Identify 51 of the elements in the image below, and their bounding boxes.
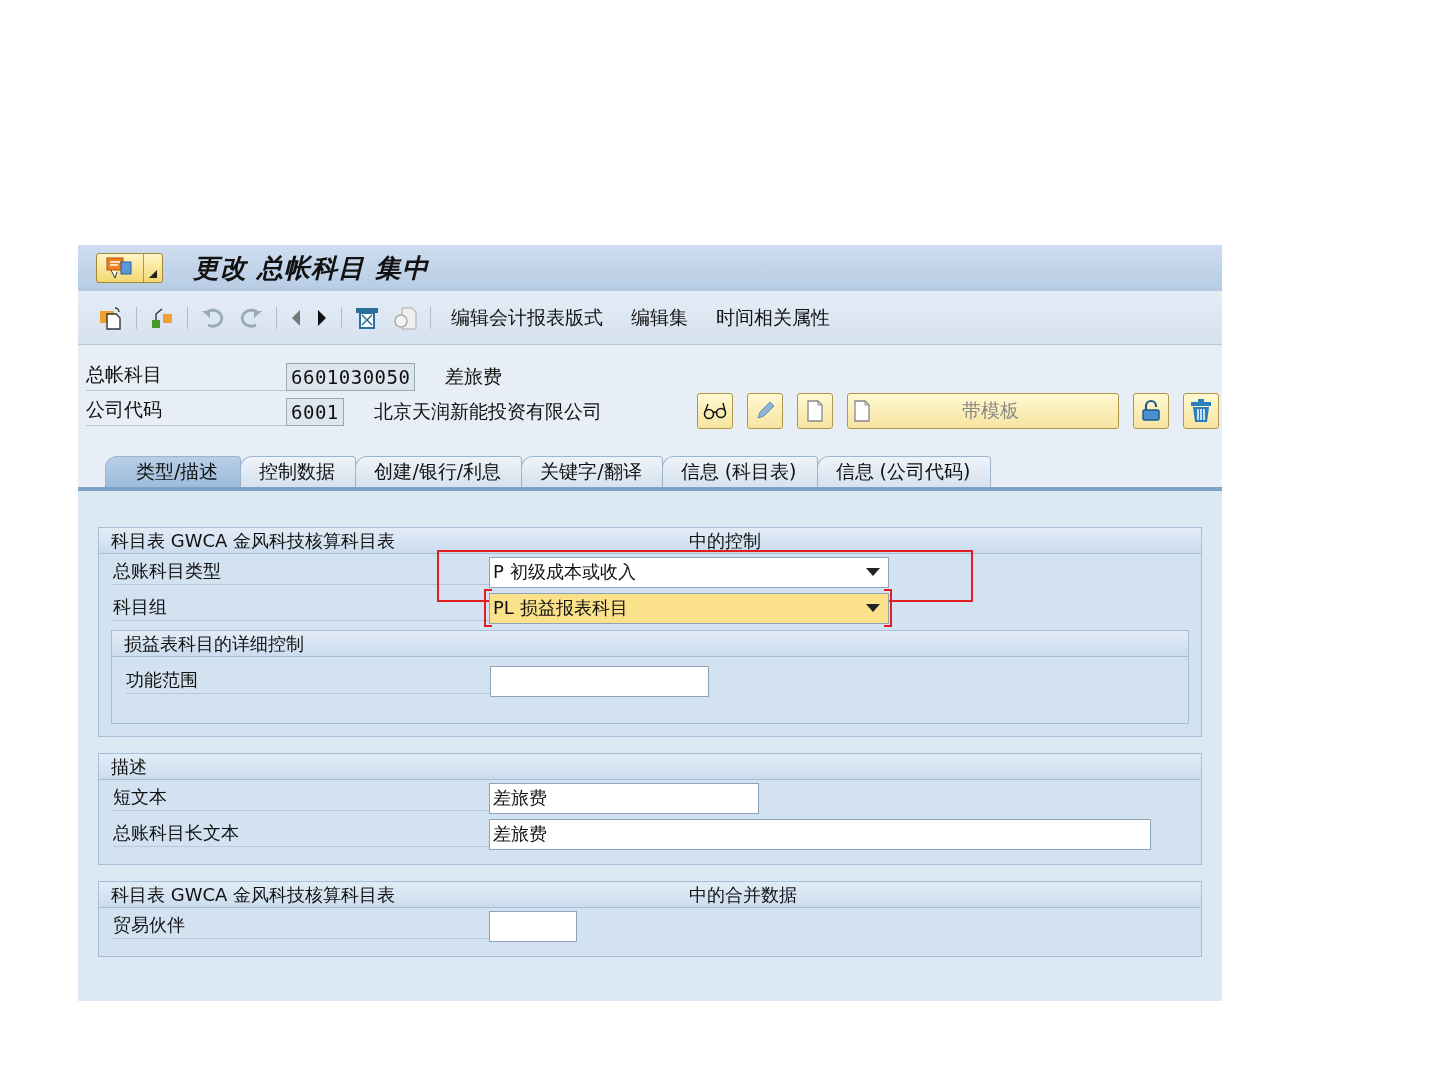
caret-icon [866,604,880,612]
tab[interactable]: 控制数据 [240,456,357,487]
input-field[interactable] [490,665,709,697]
toolbar-menu-item[interactable]: 编辑会计报表版式 [443,304,611,331]
group-title: 科目表 GWCA 金风科技核算科目表 [111,882,396,907]
lock-icon [1140,399,1162,423]
group-title: 损益表科目的详细控制 [124,631,304,656]
dropdown-field[interactable]: P 初级成本或收入 [489,556,889,588]
caret-icon [866,568,880,576]
field-label: 总账科目类型 [113,559,489,585]
speech-bubble-icon [105,256,135,280]
dropdown-field[interactable]: PL 损益报表科目 [489,592,889,624]
field-label: 功能范围 [126,668,490,694]
tab[interactable]: 关键字/翻译 [521,456,663,487]
readonly-field: 6601030050 [286,362,416,391]
readonly-field: 6001 [286,397,344,426]
create-button[interactable] [797,393,833,429]
tab[interactable]: 信息 (公司代码) [816,456,992,487]
field-label: 短文本 [113,785,489,811]
document-search-icon[interactable] [392,304,418,331]
toolbar-menu-item[interactable]: 时间相关属性 [708,304,838,331]
tab[interactable]: 类型/描述 [105,456,242,487]
system-menu-button[interactable] [96,253,163,283]
tab[interactable]: 创建/银行/利息 [355,456,523,487]
next-icon[interactable] [315,307,329,328]
tab[interactable]: 信息 (科目表) [661,456,818,487]
pencil-icon [754,400,776,422]
field-label: 贸易伙伴 [113,913,489,939]
page-icon [852,399,872,423]
delete-button[interactable] [1183,393,1219,429]
lock-button[interactable] [1133,393,1169,429]
field-description: 差旅费 [445,363,503,389]
group-title: 科目表 GWCA 金风科技核算科目表 [111,528,396,553]
field-label: 总账科目长文本 [113,821,489,847]
input-field[interactable]: 差旅费 [489,818,1151,850]
input-field[interactable] [489,910,577,942]
input-field[interactable]: 差旅费 [489,782,759,814]
trash-icon [1188,398,1214,424]
field-description: 北京天润新能投资有限公司 [373,398,602,424]
group-title: 中的控制 [689,528,761,553]
window-title: 更改 总帐科目 集中 [193,251,430,285]
display-button[interactable] [697,393,733,429]
caret-icon [149,270,157,278]
group-title: 中的合并数据 [689,882,797,907]
new-document-icon[interactable] [98,304,124,331]
toolbar-menu-item[interactable]: 编辑集 [623,304,696,331]
field-label: 科目组 [113,595,489,621]
page-icon [805,399,825,423]
group-title: 描述 [111,754,147,779]
edit-button[interactable] [747,393,783,429]
glasses-icon [702,401,728,421]
